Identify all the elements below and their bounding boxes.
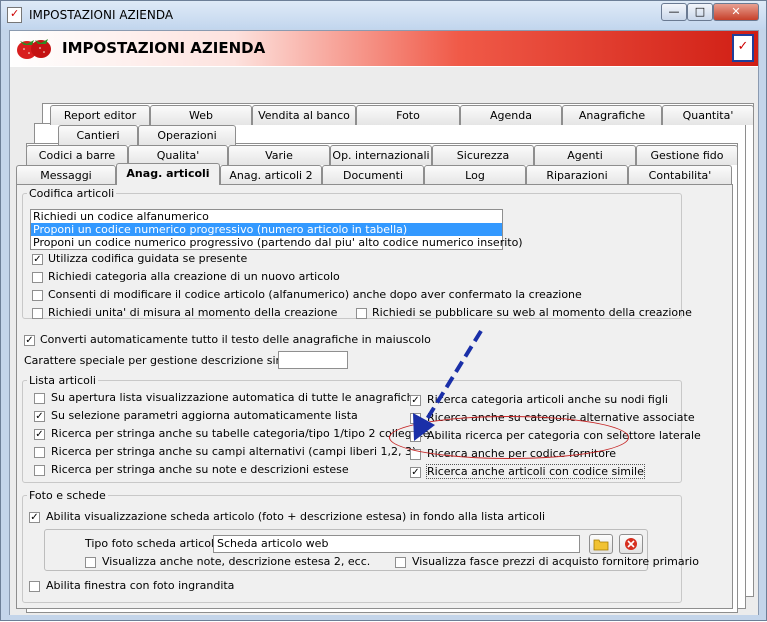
tab-codici-barre[interactable]: Codici a barre bbox=[26, 145, 128, 165]
tab-sicurezza[interactable]: Sicurezza bbox=[432, 145, 534, 165]
lista-left-label-5: Ricerca per stringa anche su note e desc… bbox=[51, 463, 349, 476]
guidata-label: Utilizza codifica guidata se presente bbox=[48, 252, 248, 265]
folder-icon bbox=[593, 539, 609, 551]
settings-window: IMPOSTAZIONI AZIENDA — □ ✕ IMPOSTAZIONI … bbox=[0, 0, 767, 621]
tab-messaggi[interactable]: Messaggi bbox=[16, 165, 116, 185]
codifica-option[interactable]: Richiedi un codice alfanumerico bbox=[31, 210, 502, 223]
maiuscolo-label: Converti automaticamente tutto il testo … bbox=[40, 333, 431, 346]
tab-agenti[interactable]: Agenti bbox=[534, 145, 636, 165]
tab-agenda[interactable]: Agenda bbox=[460, 105, 562, 125]
tab-report-editor[interactable]: Report editor bbox=[50, 105, 150, 125]
tab-quantita[interactable]: Quantita' bbox=[662, 105, 754, 125]
lista-right-checkbox-1[interactable]: ✓ bbox=[410, 395, 421, 406]
abilita-scheda-label: Abilita visualizzazione scheda articolo … bbox=[46, 510, 546, 523]
carattere-input[interactable] bbox=[278, 351, 348, 369]
tab-web[interactable]: Web bbox=[150, 105, 252, 125]
tab-varie[interactable]: Varie bbox=[228, 145, 330, 165]
tab-area: Report editor Web Vendita al banco Foto … bbox=[10, 67, 758, 615]
annotation-ellipse bbox=[389, 416, 629, 459]
maiuscolo-checkbox[interactable]: ✓ bbox=[24, 335, 35, 346]
lista-group-title: Lista articoli bbox=[27, 374, 98, 387]
unita-misura-checkbox[interactable] bbox=[32, 308, 43, 319]
modifica-codice-label: Consenti di modificare il codice articol… bbox=[48, 288, 582, 301]
title-bar[interactable]: IMPOSTAZIONI AZIENDA — □ ✕ bbox=[1, 1, 766, 29]
delete-button[interactable] bbox=[619, 534, 643, 554]
header-title: IMPOSTAZIONI AZIENDA bbox=[62, 39, 266, 57]
foto-ingrandita-checkbox[interactable] bbox=[29, 581, 40, 592]
lista-left-checkbox-3[interactable]: ✓ bbox=[34, 429, 45, 440]
tab-operazioni[interactable]: Operazioni bbox=[138, 125, 236, 145]
delete-icon bbox=[625, 538, 637, 550]
folder-button[interactable] bbox=[589, 534, 613, 554]
lista-right-label-1: Ricerca categoria articoli anche su nodi… bbox=[427, 393, 668, 406]
pubblicare-web-label: Richiedi se pubblicare su web al momento… bbox=[372, 306, 692, 319]
tab-anag-articoli-2[interactable]: Anag. articoli 2 bbox=[220, 165, 322, 185]
fasce-prezzi-label: Visualizza fasce prezzi di acquisto forn… bbox=[412, 555, 699, 568]
categoria-checkbox[interactable] bbox=[32, 272, 43, 283]
tab-foto[interactable]: Foto bbox=[356, 105, 460, 125]
client-area: IMPOSTAZIONI AZIENDA ✓ Report editor Web… bbox=[9, 30, 759, 615]
anag-articoli-panel: Codifica articoli Richiedi un codice alf… bbox=[16, 184, 733, 609]
tab-cantieri[interactable]: Cantieri bbox=[58, 125, 138, 145]
abilita-scheda-checkbox[interactable]: ✓ bbox=[29, 512, 40, 523]
maximize-button[interactable]: □ bbox=[687, 3, 713, 21]
tab-log[interactable]: Log bbox=[424, 165, 526, 185]
foto-group-title: Foto e schede bbox=[27, 489, 108, 502]
tab-qualita[interactable]: Qualita' bbox=[128, 145, 228, 165]
header-banner: IMPOSTAZIONI AZIENDA ✓ bbox=[10, 31, 758, 66]
tab-op-internazionali[interactable]: Op. internazionali bbox=[330, 145, 432, 165]
codifica-option-selected[interactable]: Proponi un codice numerico progressivo (… bbox=[31, 223, 502, 236]
lista-left-checkbox-2[interactable]: ✓ bbox=[34, 411, 45, 422]
lista-left-label-2: Su selezione parametri aggiorna automati… bbox=[51, 409, 358, 422]
codice-simile-label: Ricerca anche articoli con codice simile bbox=[426, 464, 645, 479]
lista-left-checkbox-4[interactable] bbox=[34, 447, 45, 458]
minimize-button[interactable]: — bbox=[661, 3, 687, 21]
tab-gestione-fido[interactable]: Gestione fido bbox=[636, 145, 738, 165]
lista-left-label-4: Ricerca per stringa anche su campi alter… bbox=[51, 445, 417, 458]
close-button[interactable]: ✕ bbox=[713, 3, 759, 21]
codifica-listbox[interactable]: Richiedi un codice alfanumerico Proponi … bbox=[30, 209, 523, 250]
lista-left-label-1: Su apertura lista visualizzazione automa… bbox=[51, 391, 421, 404]
tipo-foto-input[interactable]: Scheda articolo web bbox=[213, 535, 580, 553]
pubblicare-web-checkbox[interactable] bbox=[356, 308, 367, 319]
codifica-group-title: Codifica articoli bbox=[27, 187, 117, 200]
lista-left-checkbox-5[interactable] bbox=[34, 465, 45, 476]
tab-vendita-banco[interactable]: Vendita al banco bbox=[252, 105, 356, 125]
foto-ingrandita-label: Abilita finestra con foto ingrandita bbox=[46, 579, 235, 592]
guidata-checkbox[interactable]: ✓ bbox=[32, 254, 43, 265]
app-icon bbox=[7, 7, 22, 23]
lista-left-checkbox-1[interactable] bbox=[34, 393, 45, 404]
tipo-foto-label: Tipo foto scheda articolo : bbox=[85, 537, 228, 550]
strawberry-logo bbox=[17, 39, 51, 59]
note-label: Visualizza anche note, descrizione estes… bbox=[102, 555, 371, 568]
tab-anag-articoli[interactable]: Anag. articoli bbox=[116, 163, 220, 185]
carattere-label: Carattere speciale per gestione descrizi… bbox=[24, 354, 321, 367]
unita-misura-label: Richiedi unita' di misura al momento del… bbox=[48, 306, 338, 319]
tab-riparazioni[interactable]: Riparazioni bbox=[526, 165, 628, 185]
codifica-option[interactable]: Proponi un codice numerico progressivo (… bbox=[31, 236, 523, 249]
confirm-check-button[interactable]: ✓ bbox=[732, 34, 754, 62]
tab-contabilita[interactable]: Contabilita' bbox=[628, 165, 732, 185]
tab-documenti[interactable]: Documenti bbox=[322, 165, 424, 185]
lista-left-label-3: Ricerca per stringa anche su tabelle cat… bbox=[51, 427, 430, 440]
tab-anagrafiche[interactable]: Anagrafiche bbox=[562, 105, 662, 125]
fasce-prezzi-checkbox[interactable] bbox=[395, 557, 406, 568]
modifica-codice-checkbox[interactable] bbox=[32, 290, 43, 301]
window-title: IMPOSTAZIONI AZIENDA bbox=[29, 8, 174, 22]
codice-simile-checkbox[interactable]: ✓ bbox=[410, 467, 421, 478]
note-checkbox[interactable] bbox=[85, 557, 96, 568]
categoria-label: Richiedi categoria alla creazione di un … bbox=[48, 270, 340, 283]
